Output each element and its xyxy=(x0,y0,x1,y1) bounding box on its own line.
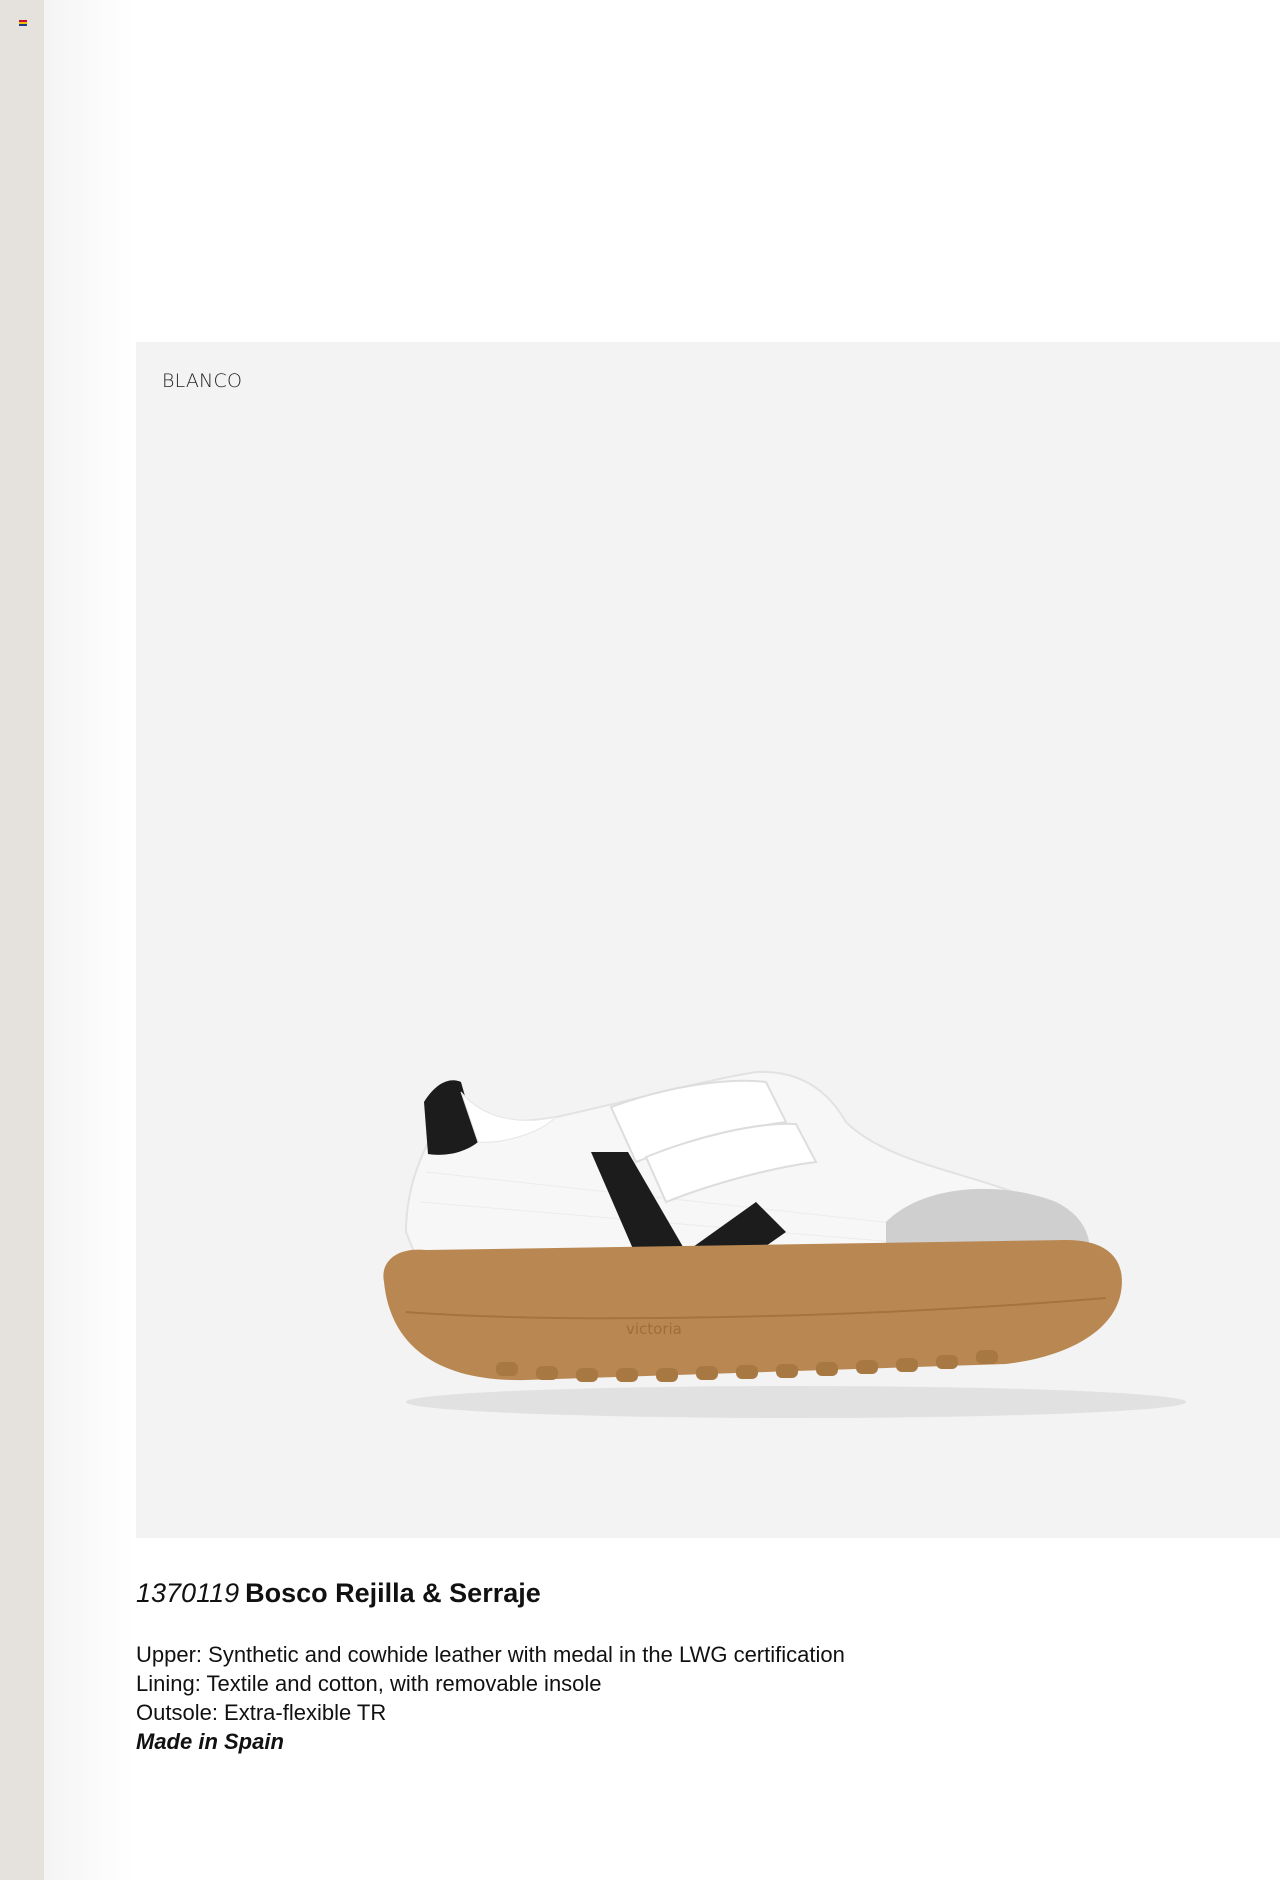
sneaker-image: victoria xyxy=(383,1070,1186,1418)
spec-upper: Upper: Synthetic and cowhide leather wit… xyxy=(136,1642,845,1667)
product-name: Bosco Rejilla & Serraje xyxy=(245,1578,541,1608)
spec-lining: Lining: Textile and cotton, with removab… xyxy=(136,1671,602,1696)
product-photo: BLANCO victoria xyxy=(136,342,1280,1538)
spec-origin: Made in Spain xyxy=(136,1729,284,1754)
page-side-strip xyxy=(0,0,44,1880)
product-title: 1370119 Bosco Rejilla & Serraje xyxy=(136,1578,541,1609)
spec-outsole: Outsole: Extra-flexible TR xyxy=(136,1700,387,1725)
product-specs: Upper: Synthetic and cowhide leather wit… xyxy=(136,1640,845,1756)
page-gutter xyxy=(44,0,134,1880)
color-label: BLANCO xyxy=(162,370,243,392)
product-code: 1370119 xyxy=(136,1578,240,1608)
flag-icon[interactable] xyxy=(19,20,27,26)
sole-brand-text: victoria xyxy=(626,1320,682,1338)
